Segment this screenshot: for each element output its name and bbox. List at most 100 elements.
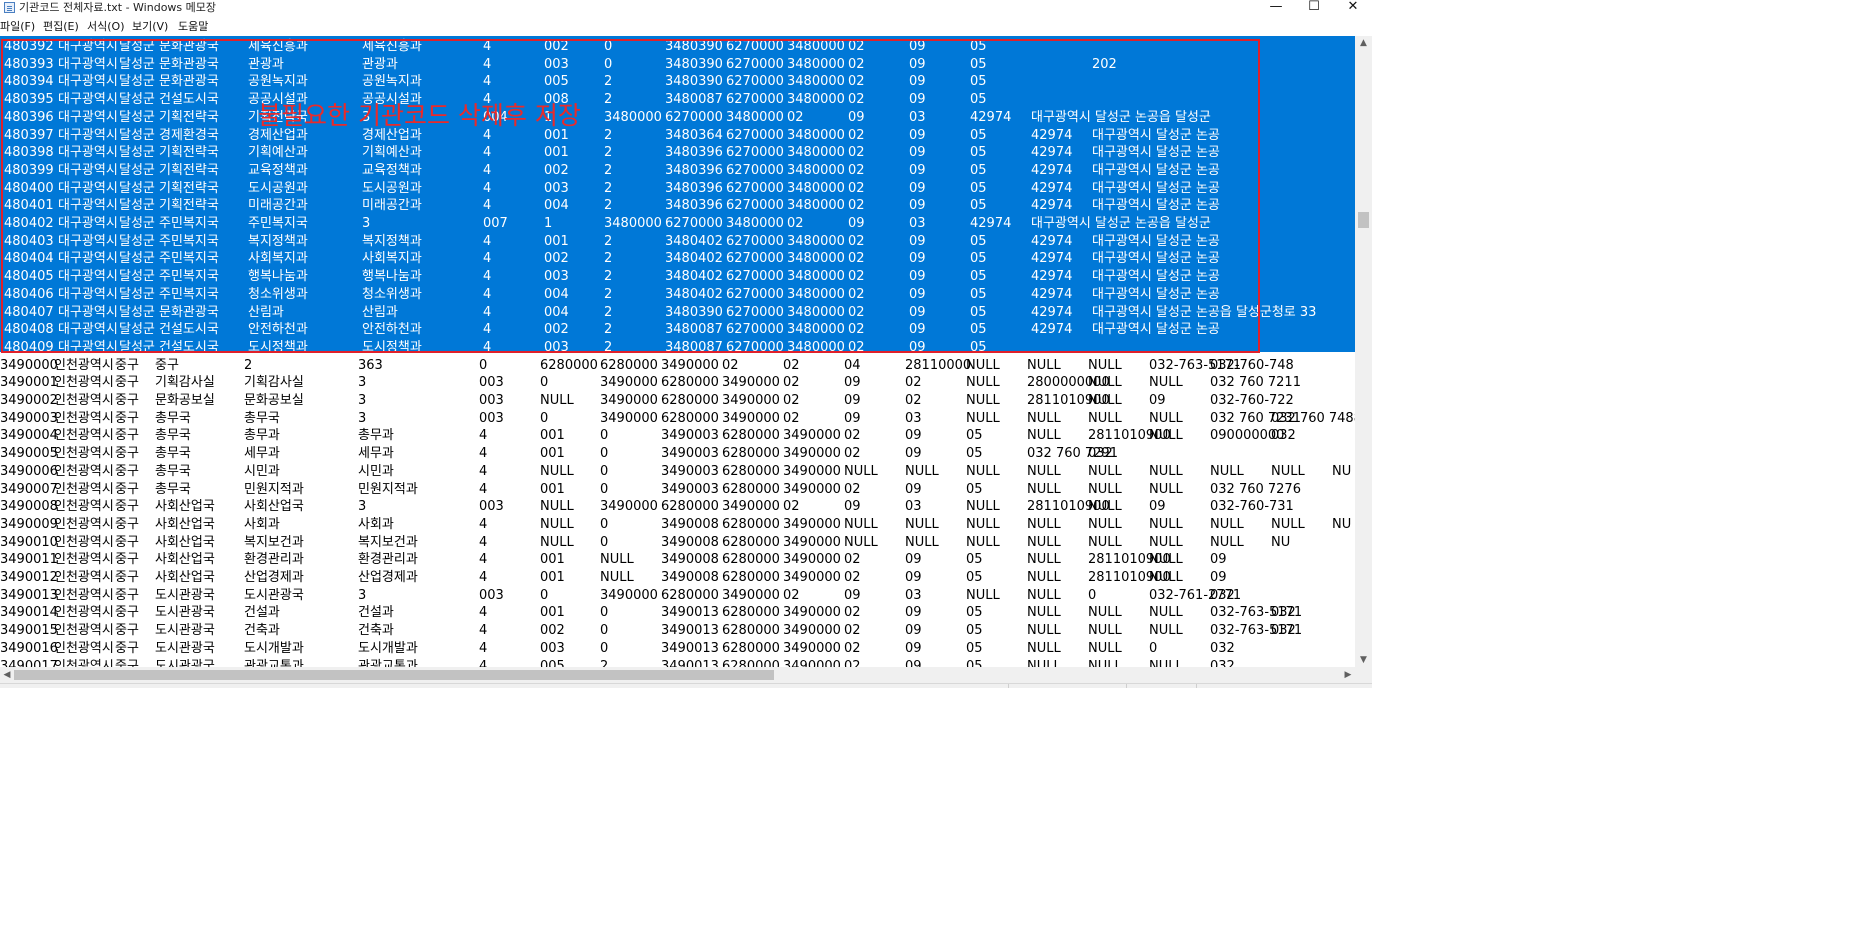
scroll-left-arrow-icon[interactable]: ◀ bbox=[0, 667, 14, 683]
vertical-scroll-thumb[interactable] bbox=[1358, 212, 1369, 228]
text-line: 3490009 인천광역시 중구 사회산업국 사회과 사회과 4 NULL 0 3490008 62… bbox=[0, 516, 1355, 534]
menu-file[interactable]: 파일(F) bbox=[0, 20, 35, 34]
text-field: 3490000 bbox=[783, 516, 841, 532]
text-field: 중구 bbox=[115, 605, 139, 621]
text-field: 02 bbox=[783, 587, 800, 603]
menu-format[interactable]: 서식(O) bbox=[87, 20, 124, 34]
maximize-button[interactable]: ☐ bbox=[1294, 0, 1334, 16]
text-field: 4 bbox=[479, 658, 488, 668]
text-field: 도시관광국 bbox=[155, 623, 215, 639]
text-field: 005 bbox=[540, 658, 565, 668]
menu-view[interactable]: 보기(V) bbox=[132, 20, 168, 34]
text-field: 중구 bbox=[115, 552, 139, 568]
text-field: 문화공보실 bbox=[244, 393, 304, 408]
text-field: 3490013 bbox=[661, 658, 719, 668]
text-field: 4 bbox=[479, 623, 488, 639]
text-field: 중구 bbox=[115, 428, 139, 444]
text-field: 09 bbox=[905, 552, 922, 568]
text-field: 032 760 7276 bbox=[1210, 481, 1301, 497]
text-field: NULL bbox=[1027, 516, 1061, 532]
text-field: NULL bbox=[1088, 410, 1122, 426]
text-field: 032 760 7211 bbox=[1210, 375, 1301, 391]
text-field: 02 bbox=[905, 375, 922, 391]
text-field: 3490010 bbox=[0, 534, 58, 550]
vertical-scrollbar[interactable]: ▲ ▼ bbox=[1355, 36, 1372, 667]
menu-help[interactable]: 도움말 bbox=[178, 20, 208, 34]
text-field: 09 bbox=[1210, 552, 1227, 568]
status-divider bbox=[1008, 684, 1009, 688]
text-field: 003 bbox=[479, 410, 504, 426]
text-field: NULL bbox=[1027, 605, 1061, 621]
text-field: 중구 bbox=[115, 516, 139, 532]
text-field: 4 bbox=[479, 481, 488, 497]
text-field: 0 bbox=[600, 428, 609, 444]
text-field: 0 bbox=[600, 516, 609, 532]
text-line: 3490005 인천광역시 중구 총무국 세무과 세무과 4 001 0 3490003 62800… bbox=[0, 445, 1355, 463]
text-field: 인천광역시 bbox=[54, 623, 114, 639]
text-field: 건설과 bbox=[244, 605, 280, 621]
text-field: 09 bbox=[905, 605, 922, 621]
text-field: NULL bbox=[1149, 463, 1183, 479]
text-field: 032-760-731 bbox=[1210, 499, 1294, 515]
text-field: 인천광역시 bbox=[54, 552, 114, 568]
menu-edit[interactable]: 편집(E) bbox=[43, 20, 79, 34]
title-bar[interactable]: 기관코드 전체자료.txt - Windows 메모장 — ☐ ✕ bbox=[0, 0, 1372, 16]
text-field: 총무국 bbox=[244, 410, 280, 426]
text-field: 6280000 bbox=[661, 587, 719, 603]
text-line: 3490016 인천광역시 중구 도시관광국 도시개발과 도시개발과 4 003 0 349001… bbox=[0, 640, 1355, 658]
text-field: 6280000 bbox=[722, 640, 780, 656]
text-field: 3490000 bbox=[722, 587, 780, 603]
text-field: 4 bbox=[479, 552, 488, 568]
scroll-down-arrow-icon[interactable]: ▼ bbox=[1355, 653, 1372, 667]
text-field: 총무국 bbox=[155, 446, 191, 462]
text-field: 3 bbox=[358, 393, 367, 408]
text-field: 인천광역시 bbox=[54, 516, 114, 532]
window-title: 기관코드 전체자료.txt - Windows 메모장 bbox=[19, 1, 217, 14]
text-field: NULL bbox=[1149, 623, 1183, 639]
text-field: 도시관광국 bbox=[155, 658, 215, 668]
text-field: 인천광역시 bbox=[54, 446, 114, 462]
text-line: 3490007 인천광역시 중구 총무국 민원지적과 민원지적과 4 001 0 3490003 6… bbox=[0, 481, 1355, 499]
text-field: 3490000 bbox=[783, 605, 841, 621]
text-field: 02 bbox=[844, 605, 861, 621]
close-button[interactable]: ✕ bbox=[1333, 0, 1373, 16]
text-field: 도시관광국 bbox=[244, 587, 304, 603]
horizontal-scroll-thumb[interactable] bbox=[14, 670, 774, 680]
text-field: 4 bbox=[479, 605, 488, 621]
text-field: 중구 bbox=[115, 446, 139, 462]
text-field: 4 bbox=[479, 463, 488, 479]
text-field: NULL bbox=[1088, 499, 1122, 515]
text-field: 인천광역시 bbox=[54, 499, 114, 515]
text-field: 0 bbox=[1088, 587, 1097, 603]
text-field: 03 bbox=[905, 499, 922, 515]
text-field: 3490000 bbox=[600, 375, 658, 391]
text-field: NULL bbox=[844, 534, 878, 550]
scroll-right-arrow-icon[interactable]: ▶ bbox=[1341, 667, 1355, 683]
text-field: 4 bbox=[479, 446, 488, 462]
status-divider bbox=[1196, 684, 1197, 688]
minimize-button[interactable]: — bbox=[1256, 0, 1296, 16]
text-field: 05 bbox=[966, 481, 983, 497]
text-field: 3490000 bbox=[0, 357, 58, 373]
text-field: 인천광역시 bbox=[54, 640, 114, 656]
text-field: 4 bbox=[479, 428, 488, 444]
text-field: 인천광역시 bbox=[54, 658, 114, 668]
text-field: 05 bbox=[966, 570, 983, 585]
text-field: 시민과 bbox=[358, 463, 394, 479]
text-line: 3490003 인천광역시 중구 총무국 총무국 3 003 0 3490000 6280000 3… bbox=[0, 410, 1355, 428]
text-field: 3 bbox=[358, 499, 367, 515]
text-field: 02 bbox=[722, 357, 739, 373]
text-field: NULL bbox=[1088, 375, 1122, 391]
text-field: 003 bbox=[540, 640, 565, 656]
text-field: 09 bbox=[1149, 499, 1166, 515]
text-line: 3490015 인천광역시 중구 도시관광국 건축과 건축과 4 002 0 3490013 628… bbox=[0, 622, 1355, 640]
text-field: 6280000 bbox=[661, 410, 719, 426]
text-field: 032 bbox=[1271, 428, 1296, 444]
text-field: 6280000 bbox=[661, 393, 719, 408]
text-field: 3490013 bbox=[661, 640, 719, 656]
scroll-up-arrow-icon[interactable]: ▲ bbox=[1355, 36, 1372, 50]
notepad-icon bbox=[4, 2, 15, 13]
text-field: 05 bbox=[966, 623, 983, 639]
horizontal-scrollbar[interactable]: ◀ ▶ bbox=[0, 667, 1355, 683]
text-field: 6280000 bbox=[722, 463, 780, 479]
